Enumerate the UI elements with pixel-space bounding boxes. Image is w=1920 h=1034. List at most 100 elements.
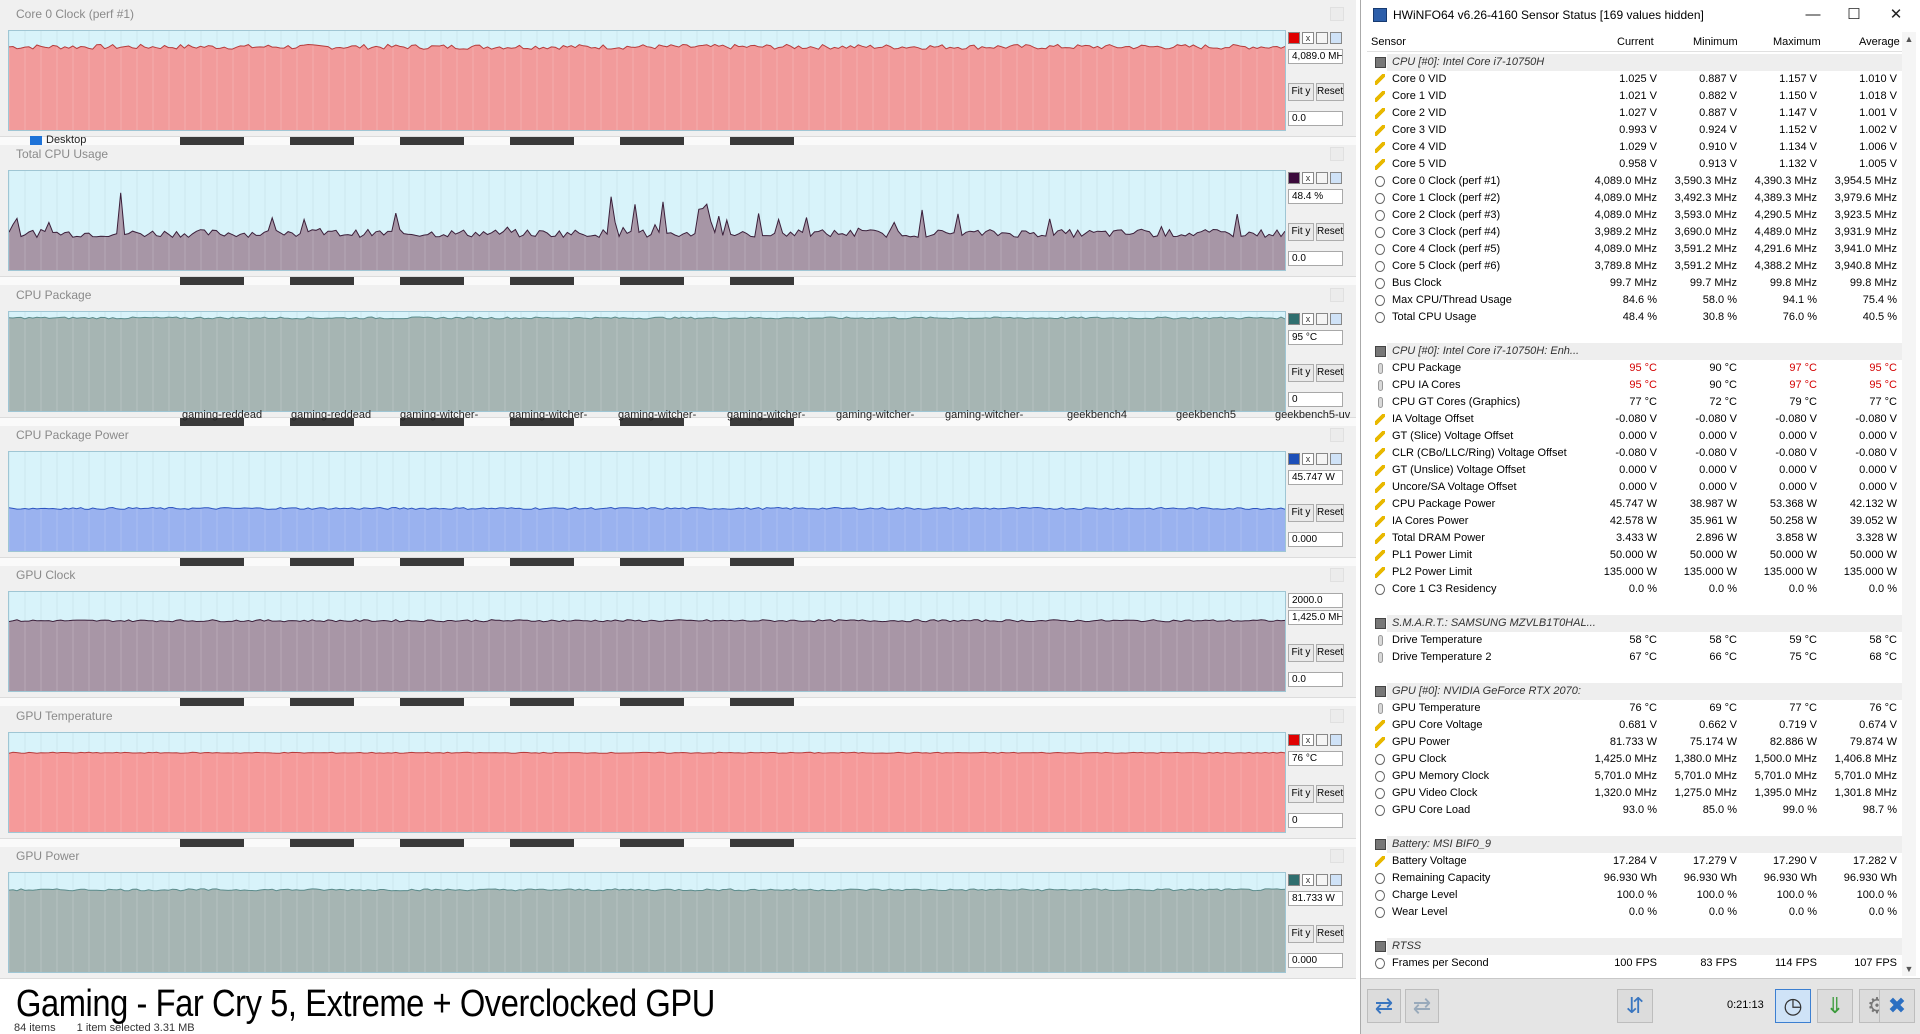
- file-label[interactable]: gaming-witcher-: [945, 409, 1023, 421]
- file-label[interactable]: gaming-witcher-: [836, 409, 914, 421]
- fit-y-button[interactable]: Fit y: [1288, 364, 1314, 382]
- x-icon[interactable]: x: [1302, 734, 1314, 746]
- x-icon[interactable]: x: [1302, 32, 1314, 44]
- scroll-down-icon[interactable]: ▼: [1902, 962, 1916, 976]
- sensor-row[interactable]: GPU Video Clock 1,320.0 MHz 1,275.0 MHz 1,3…: [1367, 785, 1907, 802]
- color-swatch[interactable]: [1288, 313, 1300, 325]
- graph-close-icon[interactable]: [1330, 709, 1344, 723]
- sensor-group[interactable]: RTSS: [1367, 938, 1907, 955]
- exit-icon[interactable]: ✖: [1879, 989, 1915, 1023]
- maximize-icon[interactable]: ☐: [1839, 4, 1869, 26]
- col-minimum[interactable]: Minimum: [1693, 36, 1738, 48]
- sensor-row[interactable]: Core 1 VID 1.021 V 0.882 V 1.150 V 1.018 V: [1367, 88, 1907, 105]
- col-average[interactable]: Average: [1859, 36, 1900, 48]
- graph-close-icon[interactable]: [1330, 849, 1344, 863]
- reset-button[interactable]: Reset: [1316, 364, 1344, 382]
- file-label[interactable]: geekbench5: [1176, 409, 1236, 421]
- color-swatch[interactable]: [1288, 32, 1300, 44]
- graph-close-icon[interactable]: [1330, 568, 1344, 582]
- sensor-row[interactable]: GPU Core Voltage 0.681 V 0.662 V 0.719 V 0.6…: [1367, 717, 1907, 734]
- network-icon[interactable]: ⇵: [1617, 989, 1653, 1023]
- color-swatch[interactable]: [1288, 874, 1300, 886]
- sensor-row[interactable]: Core 0 VID 1.025 V 0.887 V 1.157 V 1.010 V: [1367, 71, 1907, 88]
- sensor-row[interactable]: GPU Temperature 76 °C 69 °C 77 °C 76 °C: [1367, 700, 1907, 717]
- graph-min-field[interactable]: 0.0: [1288, 111, 1343, 126]
- sensor-row[interactable]: CPU IA Cores 95 °C 90 °C 97 °C 95 °C: [1367, 377, 1907, 394]
- reset-button[interactable]: Reset: [1316, 925, 1344, 943]
- sensor-row[interactable]: GPU Power 81.733 W 75.174 W 82.886 W 79.874 …: [1367, 734, 1907, 751]
- fit-y-button[interactable]: Fit y: [1288, 83, 1314, 101]
- file-label[interactable]: gaming-reddead: [182, 409, 262, 421]
- col-maximum[interactable]: Maximum: [1773, 36, 1821, 48]
- sensor-group[interactable]: S.M.A.R.T.: SAMSUNG MZVLB1T0HAL...: [1367, 615, 1907, 632]
- scroll-up-icon[interactable]: ▲: [1902, 32, 1916, 46]
- option-swatch[interactable]: [1330, 172, 1342, 184]
- x-icon[interactable]: x: [1302, 172, 1314, 184]
- reset-button[interactable]: Reset: [1316, 504, 1344, 522]
- sensor-scrollbar[interactable]: ▲ ▼: [1902, 32, 1916, 976]
- sensor-row[interactable]: PL1 Power Limit 50.000 W 50.000 W 50.000 W 5…: [1367, 547, 1907, 564]
- sensor-row[interactable]: Frames per Second 100 FPS 83 FPS 114 FPS 107…: [1367, 955, 1907, 972]
- clock-icon[interactable]: ◷: [1775, 989, 1811, 1023]
- sensor-row[interactable]: Core 4 Clock (perf #5) 4,089.0 MHz 3,591.2…: [1367, 241, 1907, 258]
- sensor-row[interactable]: Max CPU/Thread Usage 84.6 % 58.0 % 94.1 % 75…: [1367, 292, 1907, 309]
- graph-min-field[interactable]: 0: [1288, 813, 1343, 828]
- file-label[interactable]: gaming-witcher-: [400, 409, 478, 421]
- x-icon[interactable]: x: [1302, 453, 1314, 465]
- graph-min-field[interactable]: 0.0: [1288, 251, 1343, 266]
- sensor-group[interactable]: Battery: MSI BIF0_9: [1367, 836, 1907, 853]
- sensor-row[interactable]: Core 3 VID 0.993 V 0.924 V 1.152 V 1.002 V: [1367, 122, 1907, 139]
- sensor-list[interactable]: CPU [#0]: Intel Core i7-10750H Core 0 VID…: [1367, 54, 1907, 974]
- sensor-row[interactable]: Total CPU Usage 48.4 % 30.8 % 76.0 % 40.5 %: [1367, 309, 1907, 326]
- graph-close-icon[interactable]: [1330, 288, 1344, 302]
- option-swatch[interactable]: [1316, 32, 1328, 44]
- option-swatch[interactable]: [1316, 313, 1328, 325]
- sensor-row[interactable]: Core 3 Clock (perf #4) 3,989.2 MHz 3,690.0…: [1367, 224, 1907, 241]
- save-report-icon[interactable]: ⇓: [1817, 989, 1853, 1023]
- fit-y-button[interactable]: Fit y: [1288, 925, 1314, 943]
- sensor-row[interactable]: Core 1 C3 Residency 0.0 % 0.0 % 0.0 % 0.0 %: [1367, 581, 1907, 598]
- option-swatch[interactable]: [1330, 734, 1342, 746]
- option-swatch[interactable]: [1330, 874, 1342, 886]
- sensor-row[interactable]: GPU Memory Clock 5,701.0 MHz 5,701.0 MHz 5,…: [1367, 768, 1907, 785]
- graph-max-field[interactable]: 2000.0: [1288, 593, 1343, 608]
- fit-y-button[interactable]: Fit y: [1288, 644, 1314, 662]
- sensor-row[interactable]: Core 5 Clock (perf #6) 3,789.8 MHz 3,591.2…: [1367, 258, 1907, 275]
- option-swatch[interactable]: [1316, 874, 1328, 886]
- file-label[interactable]: gaming-reddead: [291, 409, 371, 421]
- sensor-row[interactable]: Bus Clock 99.7 MHz 99.7 MHz 99.8 MHz 99.8 MH…: [1367, 275, 1907, 292]
- close-icon[interactable]: ✕: [1881, 4, 1911, 26]
- file-label[interactable]: gaming-witcher-: [509, 409, 587, 421]
- x-icon[interactable]: x: [1302, 874, 1314, 886]
- col-sensor[interactable]: Sensor: [1371, 36, 1406, 48]
- reset-button[interactable]: Reset: [1316, 644, 1344, 662]
- reset-button[interactable]: Reset: [1316, 83, 1344, 101]
- fit-y-button[interactable]: Fit y: [1288, 785, 1314, 803]
- fit-y-button[interactable]: Fit y: [1288, 504, 1314, 522]
- sensor-row[interactable]: Core 5 VID 0.958 V 0.913 V 1.132 V 1.005 V: [1367, 156, 1907, 173]
- sensor-row[interactable]: Core 4 VID 1.029 V 0.910 V 1.134 V 1.006 V: [1367, 139, 1907, 156]
- sensor-row[interactable]: Drive Temperature 58 °C 58 °C 59 °C 58 °C: [1367, 632, 1907, 649]
- color-swatch[interactable]: [1288, 734, 1300, 746]
- sensor-row[interactable]: GT (Unslice) Voltage Offset 0.000 V 0.000 …: [1367, 462, 1907, 479]
- option-swatch[interactable]: [1316, 172, 1328, 184]
- sensor-row[interactable]: PL2 Power Limit 135.000 W 135.000 W 135.000…: [1367, 564, 1907, 581]
- file-label[interactable]: geekbench4: [1067, 409, 1127, 421]
- graph-min-field[interactable]: 0.000: [1288, 953, 1343, 968]
- graph-min-field[interactable]: 0.0: [1288, 672, 1343, 687]
- file-label[interactable]: geekbench5-uv: [1275, 409, 1350, 421]
- sensor-row[interactable]: Core 2 VID 1.027 V 0.887 V 1.147 V 1.001 V: [1367, 105, 1907, 122]
- graph-close-icon[interactable]: [1330, 428, 1344, 442]
- sensor-row[interactable]: CLR (CBo/LLC/Ring) Voltage Offset -0.080 …: [1367, 445, 1907, 462]
- sensor-row[interactable]: IA Voltage Offset -0.080 V -0.080 V -0.080 …: [1367, 411, 1907, 428]
- nav-secondary-icon[interactable]: ⇄: [1405, 989, 1439, 1023]
- option-swatch[interactable]: [1330, 32, 1342, 44]
- sensor-row[interactable]: Wear Level 0.0 % 0.0 % 0.0 % 0.0 %: [1367, 904, 1907, 921]
- fit-y-button[interactable]: Fit y: [1288, 223, 1314, 241]
- col-current[interactable]: Current: [1617, 36, 1654, 48]
- sensor-row[interactable]: Total DRAM Power 3.433 W 2.896 W 3.858 W 3.3…: [1367, 530, 1907, 547]
- sensor-row[interactable]: Charge Level 100.0 % 100.0 % 100.0 % 100.0 %: [1367, 887, 1907, 904]
- sensor-row[interactable]: CPU Package Power 45.747 W 38.987 W 53.368 …: [1367, 496, 1907, 513]
- sensor-row[interactable]: Battery Voltage 17.284 V 17.279 V 17.290 V 1…: [1367, 853, 1907, 870]
- file-label[interactable]: gaming-witcher-: [727, 409, 805, 421]
